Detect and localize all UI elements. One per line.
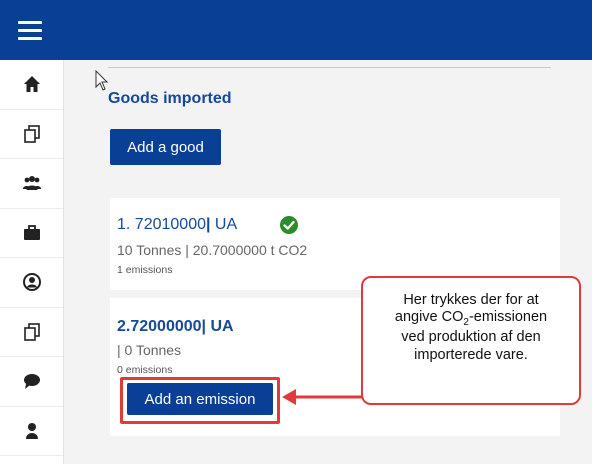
emissions-count: 1 emissions bbox=[117, 264, 173, 276]
good-country: UA bbox=[206, 318, 234, 335]
good-title[interactable]: 2.72000000| UA bbox=[117, 318, 234, 336]
emissions-count: 0 emissions bbox=[117, 364, 173, 376]
menu-icon[interactable] bbox=[18, 21, 42, 41]
sidebar-item-documents-2[interactable] bbox=[0, 308, 63, 357]
sidebar-item-briefcase[interactable] bbox=[0, 209, 63, 258]
sidebar bbox=[0, 60, 64, 464]
good-country: UA bbox=[210, 216, 238, 233]
top-bar bbox=[0, 0, 592, 60]
callout-line: importerede vare. bbox=[414, 346, 528, 363]
sidebar-item-chat[interactable] bbox=[0, 357, 63, 407]
chat-icon bbox=[23, 374, 40, 390]
account-circle-icon bbox=[22, 273, 41, 292]
briefcase-icon bbox=[23, 224, 40, 240]
sidebar-item-account[interactable] bbox=[0, 258, 63, 308]
sidebar-item-home[interactable] bbox=[0, 60, 63, 110]
good-title[interactable]: 1. 72010000| UA bbox=[117, 216, 237, 234]
documents-icon bbox=[23, 124, 40, 143]
check-circle-icon bbox=[280, 216, 298, 234]
sidebar-item-documents[interactable] bbox=[0, 110, 63, 159]
good-code: 72000000 bbox=[130, 318, 202, 335]
callout-line: ved produktion af den bbox=[401, 329, 541, 346]
users-icon bbox=[22, 176, 41, 191]
good-code: 72010000 bbox=[134, 216, 206, 233]
mouse-pointer-icon bbox=[95, 70, 109, 91]
divider bbox=[108, 67, 551, 68]
documents-icon bbox=[23, 322, 40, 341]
good-summary: | 0 Tonnes bbox=[117, 342, 182, 358]
home-icon bbox=[23, 76, 40, 93]
user-icon bbox=[25, 422, 38, 439]
sidebar-item-users[interactable] bbox=[0, 159, 63, 209]
page-title: Goods imported bbox=[108, 90, 232, 107]
add-good-button[interactable]: Add a good bbox=[110, 129, 221, 165]
callout-line: angive CO2-emissionen bbox=[394, 309, 548, 329]
sidebar-item-user[interactable] bbox=[0, 407, 63, 456]
highlight-box bbox=[120, 377, 280, 424]
callout-line: Her trykkes der for at bbox=[403, 292, 539, 308]
arrow-left-icon bbox=[282, 389, 364, 405]
good-summary: 10 Tonnes | 20.7000000 t CO2 bbox=[117, 242, 308, 258]
annotation-callout: Her trykkes der for at angive CO2-emissi… bbox=[361, 276, 581, 405]
